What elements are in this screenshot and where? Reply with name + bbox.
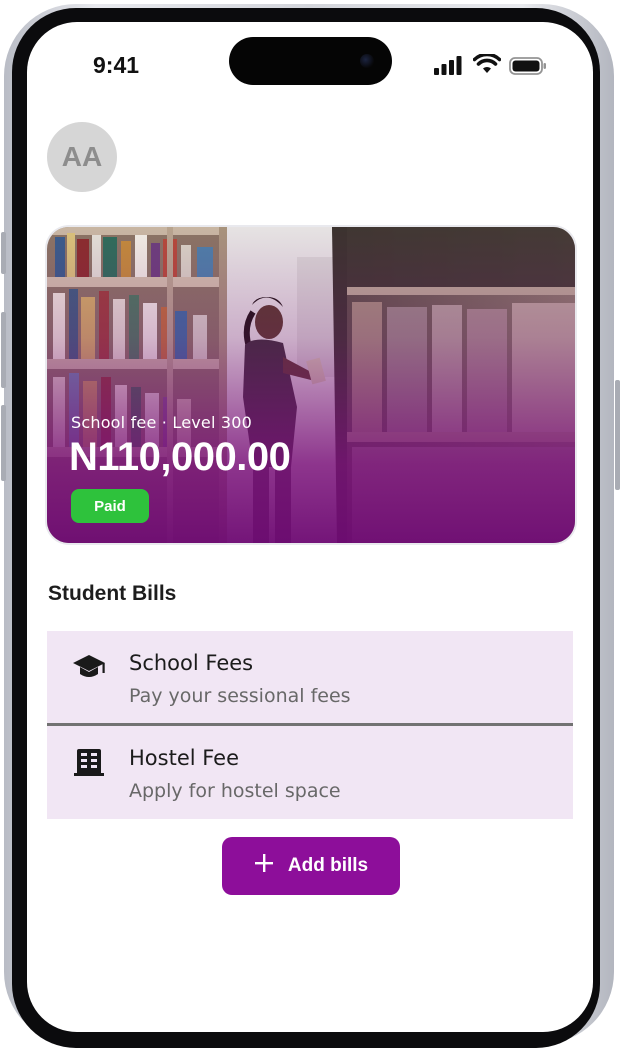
bill-subtitle: Apply for hostel space [129,780,341,802]
cellular-signal-icon [434,56,464,80]
fee-summary-card[interactable]: School fee · Level 300 N110,000.00 Paid [47,227,575,543]
fee-amount: N110,000.00 [69,435,291,479]
status-time: 9:41 [93,52,140,78]
status-badge: Paid [71,489,149,523]
volume-down-button [1,405,6,481]
graduation-cap-icon [71,649,107,685]
front-camera-icon [360,54,374,68]
dynamic-island [229,37,392,85]
fee-label: School fee · Level 300 [71,413,253,432]
bill-item-school-fees[interactable]: School Fees Pay your sessional fees [47,631,573,723]
power-button [615,380,620,490]
volume-up-button [1,312,6,388]
plus-icon [254,853,274,879]
building-icon [71,744,107,780]
app-screen: 9:41 AA School fee · Level 300 N110,000.… [27,22,593,1032]
bill-subtitle: Pay your sessional fees [129,685,351,707]
wifi-icon [472,52,502,80]
bill-list: School Fees Pay your sessional fees Host… [47,631,573,819]
bill-title: Hostel Fee [129,746,240,770]
add-bills-button[interactable]: Add bills [222,837,400,895]
add-bills-label: Add bills [287,855,369,876]
bill-title: School Fees [129,651,254,675]
avatar[interactable]: AA [47,122,117,192]
action-button [1,232,6,274]
bill-item-hostel-fee[interactable]: Hostel Fee Apply for hostel space [47,723,573,819]
battery-icon [509,57,547,79]
section-title: Student Bills [48,582,177,605]
